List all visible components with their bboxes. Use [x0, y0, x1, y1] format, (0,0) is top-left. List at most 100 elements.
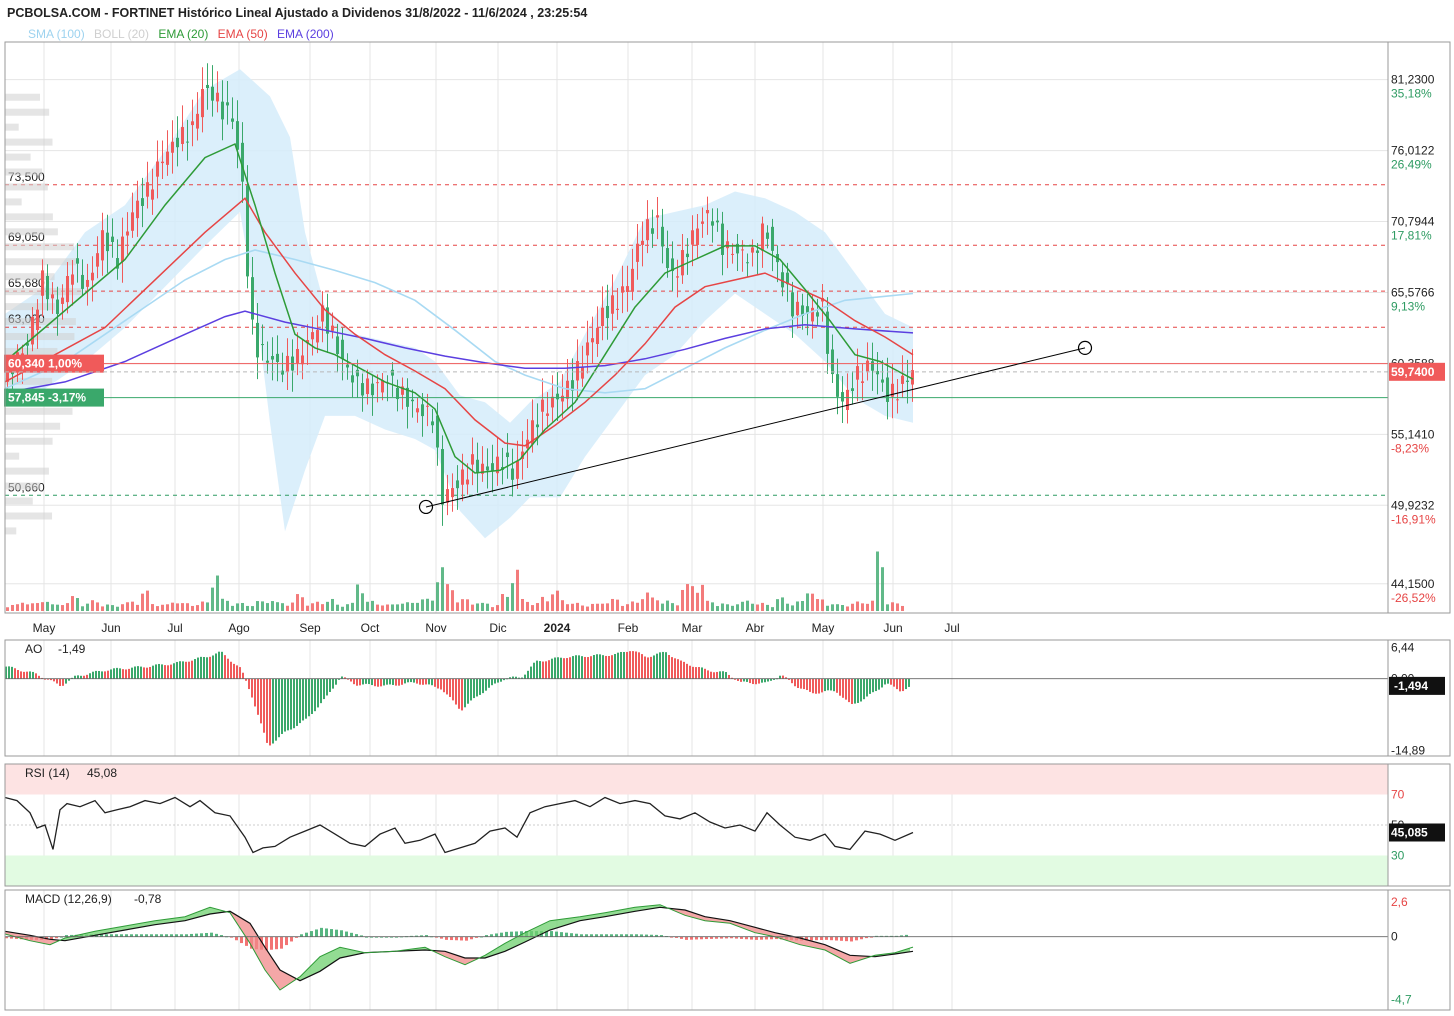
volume-bar	[126, 602, 129, 611]
candle-body	[561, 395, 564, 402]
volume-bar	[836, 604, 839, 611]
macd-hist-bar	[840, 936, 843, 941]
ao-bar	[851, 678, 853, 705]
volume-bar	[846, 606, 849, 611]
macd-hist-bar	[750, 936, 753, 940]
ao-bar	[284, 678, 286, 732]
macd-hist-bar	[275, 936, 278, 950]
macd-hist-bar	[330, 929, 333, 937]
macd-hist-bar	[515, 931, 518, 937]
ao-bar	[62, 678, 64, 686]
ao-bar	[128, 668, 130, 679]
candle-body	[231, 118, 234, 122]
macd-hist-bar	[835, 936, 838, 941]
volume-bar	[776, 599, 779, 611]
ao-bar	[629, 651, 631, 679]
volume-bar	[346, 604, 349, 611]
ao-bar	[206, 657, 208, 679]
candle-body	[616, 308, 619, 310]
candle-body	[296, 348, 299, 364]
candle-body	[46, 275, 49, 300]
volume-profile-bar	[5, 108, 50, 116]
ao-bar	[311, 678, 313, 714]
candle-body	[716, 220, 719, 223]
ao-bar	[173, 663, 175, 679]
macd-hist-bar	[495, 933, 498, 937]
volume-bar	[206, 602, 209, 611]
ao-bar	[626, 651, 628, 679]
volume-bar	[406, 602, 409, 611]
candle-body	[901, 375, 904, 384]
legend-boll20[interactable]: BOLL (20)	[94, 27, 149, 41]
candle-body	[101, 230, 104, 261]
price-tag-label: 57,845 -3,17%	[8, 391, 86, 405]
ao-bar	[212, 655, 214, 679]
volume-profile-bar	[5, 407, 73, 415]
volume-bar	[226, 600, 229, 611]
price-tick-label: 65,5766	[1391, 285, 1435, 299]
ao-bar	[671, 657, 673, 679]
candle-body	[666, 248, 669, 269]
ao-bar	[554, 657, 556, 679]
legend-ema200[interactable]: EMA (200)	[277, 27, 334, 41]
candle-body	[206, 84, 209, 89]
ao-bar	[695, 667, 697, 679]
candle-body	[226, 102, 229, 106]
legend-ema50[interactable]: EMA (50)	[218, 27, 268, 41]
ao-bar	[779, 675, 781, 679]
ao-bar	[224, 655, 226, 679]
macd-hist-bar	[550, 931, 553, 937]
price-tick-label: 81,2300	[1391, 73, 1435, 87]
volume-bar	[801, 600, 804, 611]
volume-bar	[691, 586, 694, 611]
ao-bar	[83, 675, 85, 679]
ao-bar	[467, 678, 469, 704]
ao-bar	[125, 669, 127, 679]
volume-bar	[131, 601, 134, 611]
volume-bar	[766, 604, 769, 611]
ao-bar	[608, 656, 610, 679]
legend-ema20[interactable]: EMA (20)	[158, 27, 208, 41]
volume-bar	[756, 604, 759, 611]
legend-sma100[interactable]: SMA (100)	[28, 27, 85, 41]
volume-bar	[51, 604, 54, 611]
volume-bar	[501, 594, 504, 611]
candle-body	[741, 249, 744, 251]
volume-bar	[491, 607, 494, 611]
volume-bar	[901, 605, 904, 611]
volume-bar	[721, 603, 724, 611]
volume-bar	[86, 603, 89, 611]
macd-hist-bar	[690, 936, 693, 940]
ao-bar	[566, 658, 568, 679]
ao-bar	[410, 678, 412, 683]
volume-bar	[146, 590, 149, 611]
volume-bar	[71, 596, 74, 611]
ao-bar	[704, 668, 706, 679]
rsi-oversold-zone	[5, 855, 1388, 886]
ao-bar	[767, 678, 769, 682]
chart-canvas[interactable]: 73,50069,05065,68063,02050,66060,340 1,0…	[0, 0, 1454, 1016]
ao-bar	[251, 678, 253, 698]
volume-bar	[711, 602, 714, 611]
ao-bar	[380, 678, 382, 687]
ao-bar	[353, 678, 355, 685]
volume-bar	[826, 605, 829, 611]
candle-body	[366, 378, 369, 395]
ao-bar	[698, 667, 700, 679]
candle-body	[581, 367, 584, 379]
ao-bar	[248, 678, 250, 690]
ao-bar	[407, 678, 409, 683]
volume-bar	[896, 603, 899, 611]
candle-body	[436, 415, 439, 448]
macd-value: -0,78	[134, 892, 162, 906]
ao-bar	[416, 678, 418, 684]
volume-bar	[686, 584, 689, 611]
volume-profile-bar	[5, 482, 41, 490]
ao-bar	[287, 678, 289, 731]
macd-hist-bar	[450, 936, 453, 941]
ao-bar	[53, 678, 55, 682]
ao-bar	[659, 652, 661, 679]
macd-hist-bar	[285, 936, 288, 946]
ao-bar	[791, 678, 793, 684]
ao-bar	[293, 678, 295, 729]
